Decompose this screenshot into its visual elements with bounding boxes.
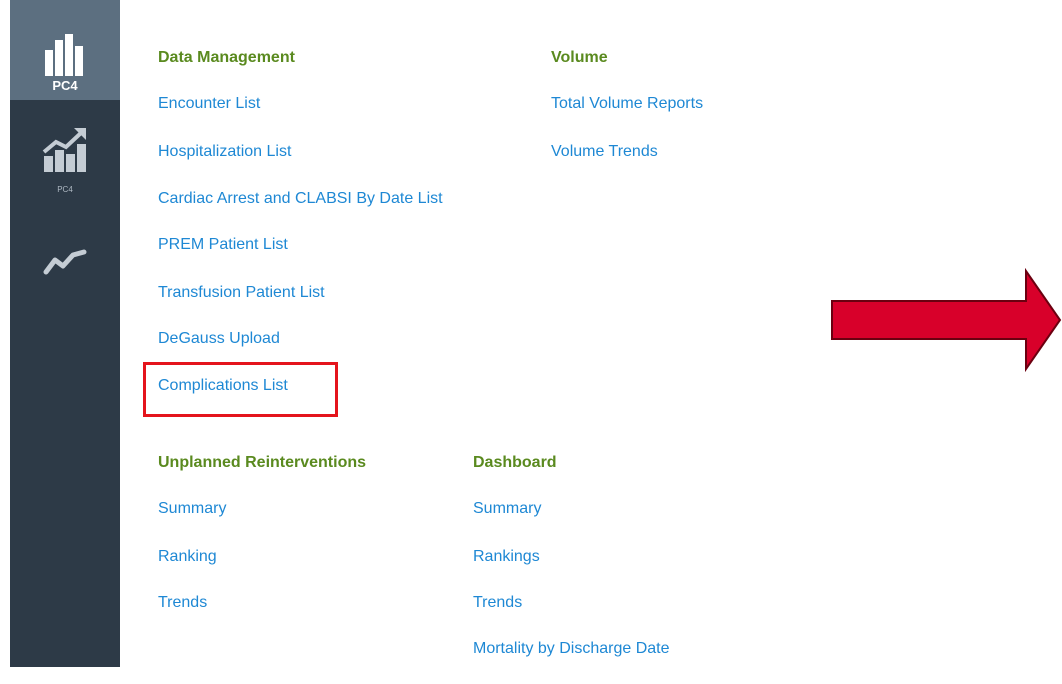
dashboard-trends-link[interactable]: Trends [473,594,522,612]
total-volume-reports-link[interactable]: Total Volume Reports [551,95,703,113]
dashboard-heading: Dashboard [473,454,557,471]
unplanned-trends-link[interactable]: Trends [158,594,207,612]
hospitalization-list-link[interactable]: Hospitalization List [158,143,291,161]
right-arrow-icon [831,268,1062,372]
trend-chart-icon [42,128,86,172]
sidebar-item-pc4-reports[interactable]: PC4 [10,0,120,100]
dashboard-rankings-link[interactable]: Rankings [473,548,540,566]
transfusion-patient-list-link[interactable]: Transfusion Patient List [158,284,325,302]
mortality-by-discharge-date-link[interactable]: Mortality by Discharge Date [473,640,670,658]
prem-patient-list-link[interactable]: PREM Patient List [158,236,288,254]
encounter-list-link[interactable]: Encounter List [158,95,260,113]
unplanned-reinterventions-heading: Unplanned Reinterventions [158,454,367,471]
degauss-upload-link[interactable]: DeGauss Upload [158,330,280,348]
unplanned-ranking-link[interactable]: Ranking [158,548,217,566]
cardiac-arrest-clabsi-list-link[interactable]: Cardiac Arrest and CLABSI By Date List [158,190,443,208]
bar-chart-icon [45,34,83,76]
complications-highlight-box [143,362,338,417]
line-trend-icon [43,249,87,275]
volume-heading: Volume [551,49,608,66]
sidebar: PC4 PC4 [10,0,120,667]
sidebar-item-label: PC4 [57,185,73,194]
sidebar-item-label: PC4 [52,78,78,93]
sidebar-item-pc4-trends[interactable]: PC4 [10,120,120,210]
sidebar-item-trends[interactable] [10,240,120,290]
data-management-heading: Data Management [158,49,295,66]
dashboard-summary-link[interactable]: Summary [473,500,541,518]
unplanned-summary-link[interactable]: Summary [158,500,226,518]
volume-trends-link[interactable]: Volume Trends [551,143,658,161]
